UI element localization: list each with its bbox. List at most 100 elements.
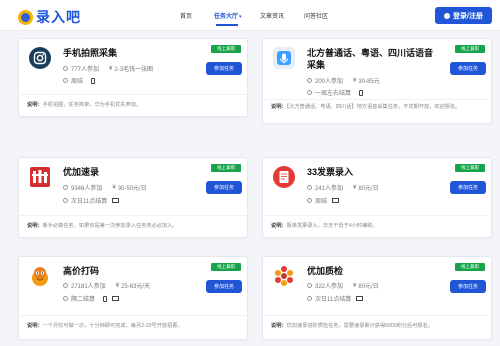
online-badge: 线上兼职 xyxy=(211,164,241,172)
task-meta: 777人参加 ¥2-3毛钱一张图 xyxy=(63,64,153,73)
task-meta: 241人参加 ¥80元/日 xyxy=(307,183,379,192)
clock-icon xyxy=(63,198,68,203)
desc-label: 说明： xyxy=(27,323,43,329)
login-register-button[interactable]: 登录/注册 xyxy=(435,7,492,24)
join-task-button[interactable]: 参加任务 xyxy=(206,62,242,75)
card-divider xyxy=(20,315,246,316)
task-price: 30-85元 xyxy=(358,79,380,85)
nav-task-hall-label: 任务大厅 xyxy=(214,14,239,20)
join-task-button[interactable]: 参加任务 xyxy=(450,62,486,75)
user-icon xyxy=(63,283,68,288)
task-meta: 322人参加 ¥80元/日 xyxy=(307,281,379,290)
desc-label: 说明： xyxy=(27,223,43,229)
task-price: 2-3毛钱一张图 xyxy=(114,67,154,73)
yen-icon: ¥ xyxy=(109,65,113,72)
logo-text: 录入吧 xyxy=(36,9,81,25)
task-meta: 9346人参加 ¥30-50元/日 xyxy=(63,183,147,192)
online-badge: 线上兼职 xyxy=(455,263,485,271)
task-settle-row: 次日11点结算 xyxy=(63,196,120,205)
settle-period: 次日11点结算 xyxy=(315,297,352,303)
join-task-button[interactable]: 参加任务 xyxy=(206,280,242,293)
card-divider xyxy=(20,215,246,216)
user-icon xyxy=(307,283,312,288)
task-settle-row: 周结 xyxy=(63,76,96,85)
desc-label: 说明： xyxy=(271,104,287,110)
task-card[interactable]: 33发票录入 线上兼职 241人参加 ¥80元/日 周结 参加任务 说明：瓶单发… xyxy=(262,157,492,238)
participants-count: 322人参加 xyxy=(315,284,344,290)
participants-count: 27181人参加 xyxy=(71,284,106,290)
yen-icon: ¥ xyxy=(112,184,116,191)
monitor-icon xyxy=(112,296,120,301)
yen-icon: ¥ xyxy=(353,282,357,289)
card-divider xyxy=(264,99,490,100)
monitor-icon xyxy=(112,198,120,203)
task-settle-row: 次日11点结算 xyxy=(307,294,364,303)
camera-app-icon xyxy=(29,47,51,69)
online-badge: 线上兼职 xyxy=(211,263,241,271)
task-description: 说明：一个月仅可做一次，十分钟即可完成，每月2-20号开放招募。 xyxy=(27,322,241,331)
phone-icon xyxy=(103,295,108,302)
online-badge: 线上兼职 xyxy=(455,164,485,172)
site-logo[interactable]: 录入吧 xyxy=(18,7,81,27)
typing-app-icon xyxy=(30,167,50,187)
settle-period: 周结 xyxy=(71,79,84,85)
task-description: 说明：瓶单发票录入，日天干低于4小时兼职。 xyxy=(271,222,485,231)
nav-qa[interactable]: 问答社区 xyxy=(304,11,328,20)
join-task-button[interactable]: 参加任务 xyxy=(450,280,486,293)
desc-label: 说明： xyxy=(27,102,43,108)
task-price: 25-63元/天 xyxy=(121,284,151,290)
online-badge: 线上兼职 xyxy=(211,45,241,53)
clock-icon xyxy=(307,296,312,301)
clock-icon xyxy=(63,296,68,301)
task-card[interactable]: 北方普通话、粤语、四川话语音采集 线上兼职 200人参加 ¥30-85元 一周左… xyxy=(262,38,492,124)
task-title[interactable]: 33发票录入 xyxy=(307,166,353,178)
user-icon xyxy=(307,78,312,83)
task-title[interactable]: 高价打码 xyxy=(63,265,99,277)
task-meta: 200人参加 ¥30-85元 xyxy=(307,76,380,85)
task-settle-row: 周结 xyxy=(307,196,340,205)
desc-text: 新手必做任务，如果你是第一次参加录入任务务必必加入。 xyxy=(42,223,178,229)
participants-count: 9346人参加 xyxy=(71,186,103,192)
voice-app-icon xyxy=(273,47,295,69)
user-icon xyxy=(444,12,451,19)
participants-count: 777人参加 xyxy=(71,67,100,73)
monitor-icon xyxy=(332,198,340,203)
join-task-button[interactable]: 参加任务 xyxy=(450,181,486,194)
task-card[interactable]: 手机拍照采集 线上兼职 777人参加 ¥2-3毛钱一张图 周结 参加任务 说明：… xyxy=(18,38,248,117)
user-icon xyxy=(63,185,68,190)
logo-icon xyxy=(18,9,33,25)
task-title[interactable]: 北方普通话、粤语、四川话语音采集 xyxy=(307,47,437,71)
card-divider xyxy=(264,315,490,316)
nav-task-hall[interactable]: 任务大厅▾ xyxy=(214,11,242,20)
nav-articles[interactable]: 文章资讯 xyxy=(260,11,284,20)
desc-text: 瓶单发票录入，日天干低于4小时兼职。 xyxy=(286,223,378,229)
clock-icon xyxy=(307,198,312,203)
settle-period: 一周左右结算 xyxy=(315,91,352,97)
task-title[interactable]: 手机拍照采集 xyxy=(63,47,117,59)
settle-period: 次日11点结算 xyxy=(71,199,108,205)
invoice-app-icon xyxy=(273,166,295,188)
task-description: 说明：【北方普通话、粤语、四川话】地方语音采集任务，不定期开放，欢迎报名。 xyxy=(271,103,485,112)
user-icon xyxy=(63,66,68,71)
participants-count: 200人参加 xyxy=(315,79,344,85)
desc-text: 一个月仅可做一次，十分钟即可完成，每月2-20号开放招募。 xyxy=(42,323,183,329)
task-card[interactable]: 高价打码 线上兼职 27181人参加 ¥25-63元/天 隔二结算 参加任务 说… xyxy=(18,256,248,340)
task-title[interactable]: 优加质检 xyxy=(307,265,343,277)
task-price: 30-50元/日 xyxy=(117,186,147,192)
join-task-button[interactable]: 参加任务 xyxy=(206,181,242,194)
task-title[interactable]: 优加速录 xyxy=(63,166,99,178)
online-badge: 线上兼职 xyxy=(455,45,485,53)
task-price: 80元/日 xyxy=(358,186,379,192)
clock-icon xyxy=(63,78,68,83)
desc-text: 手机拍图，任务简单，华为手机优先参加。 xyxy=(42,102,142,108)
task-card[interactable]: 优加质检 线上兼职 322人参加 ¥80元/日 次日11点结算 参加任务 说明：… xyxy=(262,256,492,340)
user-icon xyxy=(307,185,312,190)
task-description: 说明：手机拍图，任务简单，华为手机优先参加。 xyxy=(27,101,241,110)
nav-home[interactable]: 首页 xyxy=(180,11,192,20)
top-header: 录入吧 首页 任务大厅▾ 文章资讯 问答社区 登录/注册 xyxy=(0,0,500,31)
desc-text: 优加速录进阶质检任务，需要速录累计获得5000积分后可报名。 xyxy=(286,323,433,329)
desc-label: 说明： xyxy=(271,223,287,229)
task-card[interactable]: 优加速录 线上兼职 9346人参加 ¥30-50元/日 次日11点结算 参加任务… xyxy=(18,157,248,238)
card-divider xyxy=(264,215,490,216)
chevron-down-icon: ▾ xyxy=(239,14,242,20)
